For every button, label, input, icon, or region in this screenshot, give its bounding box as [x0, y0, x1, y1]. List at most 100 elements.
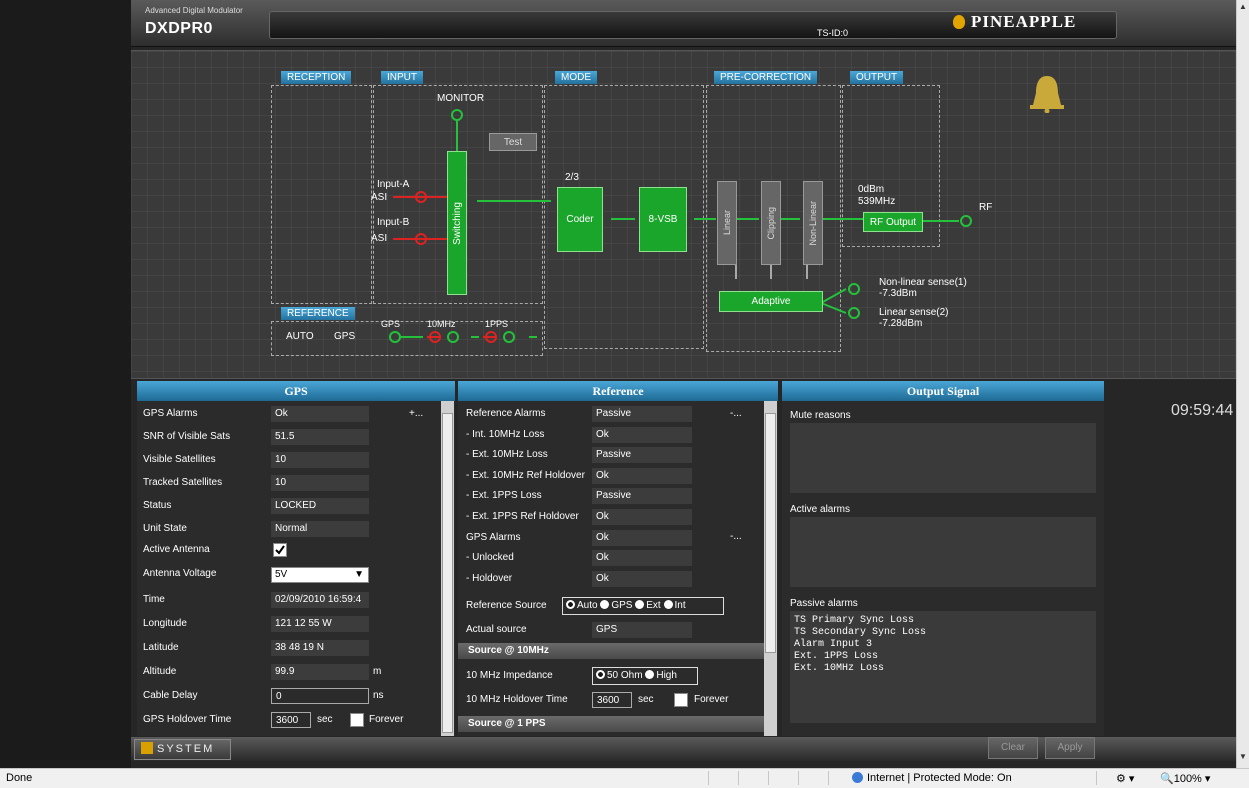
settings-icon[interactable]: ⚙ ▾ — [1116, 772, 1134, 785]
altitude-unit: m — [373, 666, 382, 677]
passive-alarm-item: Ext. 1PPS Loss — [794, 651, 879, 662]
system-label: SYSTEM — [157, 743, 215, 755]
security-zone[interactable]: Internet | Protected Mode: On — [852, 772, 1012, 784]
system-button[interactable]: SYSTEM — [134, 739, 231, 760]
reference-scrollbar[interactable] — [764, 401, 777, 736]
actual-source-label: Actual source — [466, 624, 527, 635]
reference-source-label: Reference Source — [466, 600, 547, 611]
switching-block[interactable]: Switching — [447, 151, 467, 295]
source-auto-radio[interactable]: Auto — [566, 600, 598, 611]
gps-panel: GPS +... GPS Alarms Ok SNR of Visible Sats… — [137, 381, 455, 736]
gps-alarms-collapse[interactable]: -... — [730, 528, 742, 546]
status-divider — [738, 771, 739, 785]
field-label: GPS Alarms — [143, 408, 198, 419]
field-value: 38 48 19 N — [271, 640, 369, 656]
gps-panel-title: GPS — [137, 381, 455, 401]
clipping-block[interactable]: Clipping — [761, 181, 781, 265]
field-label: Visible Satellites — [143, 454, 216, 465]
linear-label: Linear — [722, 210, 732, 236]
linear-block[interactable]: Linear — [717, 181, 737, 265]
brand-name: PINEAPPLE — [971, 12, 1077, 31]
input-a-type: ASI — [371, 192, 388, 203]
field-value: 121 12 55 W — [271, 616, 369, 632]
field-value: Ok — [592, 509, 692, 525]
brand-logo: PINEAPPLE — [953, 12, 1076, 32]
field-label: Latitude — [143, 642, 179, 653]
source-gps-radio[interactable]: GPS — [600, 600, 632, 611]
linear-sense-value: -7.28dBm — [879, 318, 923, 329]
1pps-input-label: 1PPS — [485, 319, 509, 329]
output-frequency: 539MHz — [858, 196, 896, 207]
field-label: Unit State — [143, 523, 187, 534]
browser-status-bar: Done Internet | Protected Mode: On ⚙ ▾ 🔍… — [0, 768, 1249, 788]
nonlinear-label: Non-Linear — [808, 200, 818, 246]
status-divider — [828, 771, 829, 785]
altitude-label: Altitude — [143, 666, 177, 677]
clipping-label: Clipping — [766, 206, 776, 240]
antenna-voltage-label: Antenna Voltage — [143, 568, 217, 579]
altitude-value: 99.9 — [271, 664, 369, 680]
active-alarms-box — [790, 517, 1096, 587]
gps-expand[interactable]: +... — [409, 405, 423, 423]
gps-holdover-unit: sec — [317, 714, 333, 725]
10mhz-forever-checkbox[interactable] — [674, 693, 688, 707]
reference-panel: Reference -... -... Reference Alarms Pass… — [458, 381, 778, 736]
browser-scrollbar[interactable]: ▲ ▼ — [1236, 0, 1249, 768]
mute-reasons-box — [790, 423, 1096, 493]
gps-scrollbar[interactable] — [441, 401, 454, 736]
cable-delay-input[interactable]: 0 — [271, 688, 369, 704]
field-value: 02/09/2010 16:59:4 — [271, 592, 369, 608]
impedance-group: 50 Ohm High — [592, 667, 698, 685]
field-label: - Ext. 1PPS Loss — [466, 490, 542, 502]
gps-forever-checkbox[interactable] — [350, 713, 364, 727]
rf-output-block[interactable]: RF Output — [863, 212, 923, 232]
field-value: Normal — [271, 521, 369, 537]
field-label: Tracked Satellites — [143, 477, 223, 488]
active-antenna-checkbox[interactable] — [273, 543, 287, 557]
apply-button[interactable]: Apply — [1045, 737, 1095, 759]
coder-block[interactable]: Coder — [557, 187, 603, 252]
actual-source-value: GPS — [592, 622, 692, 638]
10mhz-forever-label: Forever — [694, 694, 729, 705]
field-value: LOCKED — [271, 498, 369, 514]
reference-collapse[interactable]: -... — [730, 405, 742, 423]
field-label: GPS Alarms — [466, 531, 521, 543]
source-int-radio[interactable]: Int — [663, 600, 686, 611]
field-value: Passive — [592, 406, 692, 422]
passive-alarm-item: TS Primary Sync Loss — [794, 615, 915, 626]
output-signal-panel: Output Signal Mute reasons Active alarms… — [782, 381, 1104, 736]
gps-input-label: GPS — [381, 319, 401, 329]
field-value: Ok — [592, 570, 692, 587]
test-button[interactable]: Test — [489, 133, 537, 151]
10mhz-holdover-label: 10 MHz Holdover Time — [466, 694, 568, 705]
clear-button[interactable]: Clear — [988, 737, 1038, 759]
adaptive-block[interactable]: Adaptive — [719, 291, 823, 312]
passive-alarm-item: Alarm Input 3 — [794, 639, 873, 650]
antenna-voltage-select[interactable]: 5V ▼ — [271, 567, 369, 583]
impedance-label: 10 MHz Impedance — [466, 670, 553, 681]
gps-scroll-thumb[interactable] — [442, 413, 453, 733]
10mhz-holdover-input[interactable]: 3600 — [592, 692, 632, 708]
globe-icon — [852, 772, 863, 783]
nonlinear-block[interactable]: Non-Linear — [803, 181, 823, 265]
field-label: Reference Alarms — [466, 408, 546, 419]
zoom-control[interactable]: 🔍100% ▾ — [1160, 772, 1210, 785]
field-value: Ok — [271, 406, 369, 422]
source-ext-radio[interactable]: Ext — [635, 600, 661, 611]
field-label: - Ext. 10MHz Ref Holdover — [466, 469, 585, 481]
reference-scroll-thumb[interactable] — [765, 413, 776, 653]
source-1pps-header: Source @ 1 PPS — [458, 716, 764, 732]
gps-holdover-input[interactable]: 3600 — [271, 712, 311, 728]
impedance-high-radio[interactable]: High — [645, 670, 677, 681]
impedance-50ohm-radio[interactable]: 50 Ohm — [596, 670, 643, 681]
passive-alarm-item: Ext. 10MHz Loss — [794, 663, 885, 674]
scroll-down-arrow[interactable]: ▼ — [1239, 752, 1247, 761]
code-rate-label: 2/3 — [565, 172, 579, 183]
clock: 09:59:44 — [1171, 402, 1234, 419]
status-divider — [768, 771, 769, 785]
cable-delay-unit: ns — [373, 690, 384, 701]
nonlinear-sense-label: Non-linear sense(1) — [879, 277, 967, 288]
linear-sense-label: Linear sense(2) — [879, 307, 949, 318]
8vsb-block[interactable]: 8-VSB — [639, 187, 687, 252]
scroll-up-arrow[interactable]: ▲ — [1239, 2, 1247, 11]
